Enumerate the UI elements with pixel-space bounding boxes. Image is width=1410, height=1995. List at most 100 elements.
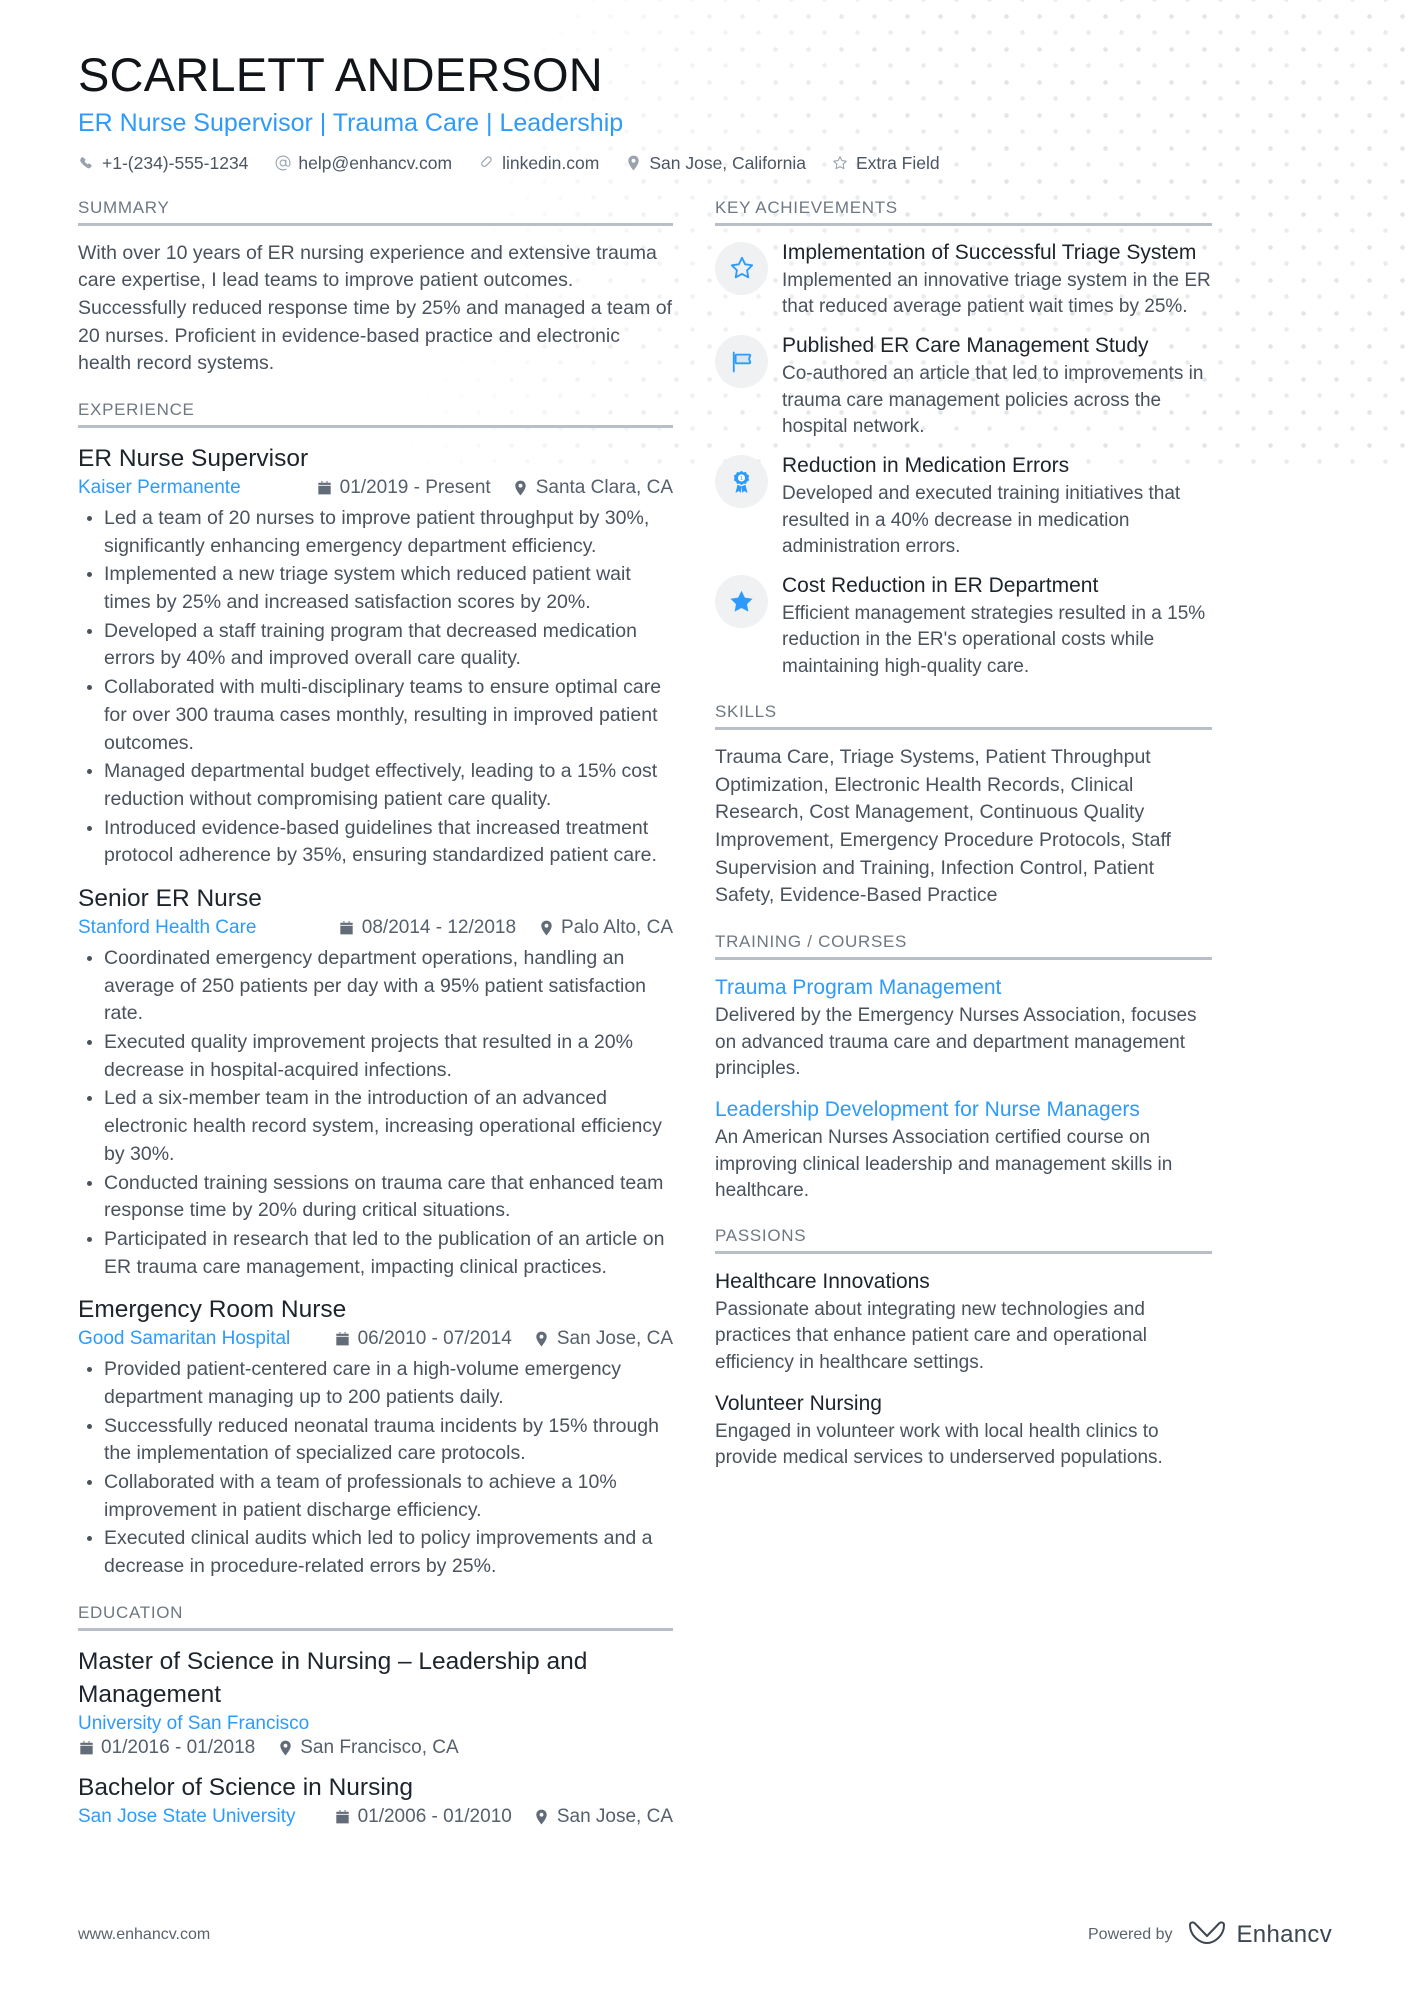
calendar-icon [78,1739,94,1756]
location-icon [534,1331,550,1348]
job-title: Emergency Room Nurse [78,1296,347,1324]
contact-text: Extra Field [855,153,940,174]
education-location: San Jose, CA [534,1806,673,1828]
education-meta: San Jose State University 01/2006 - 01/20… [78,1806,673,1828]
contact-text: linkedin.com [502,153,600,174]
section-divider [78,424,673,428]
education-location-text: San Jose, CA [556,1806,673,1828]
job-location-text: Palo Alto, CA [561,917,673,939]
achievement-item: 1 Reduction in Medication Errors Developed… [715,453,1212,560]
achievement-description: Co-authored an article that led to impro… [782,363,1204,437]
contact-item[interactable]: Extra Field [832,151,940,176]
star-filled-icon [715,575,768,629]
at-icon [274,155,291,172]
location-icon [534,1809,550,1826]
section-divider [715,957,1212,961]
training-item: Leadership Development for Nurse Manager… [715,1096,1212,1204]
job-bullet: Led a six-member team in the introductio… [78,1085,673,1168]
contact-row: +1-(234)-555-1234 help@enhancv.com linkedi… [78,151,1332,176]
job-bullet: Participated in research that led to the… [78,1226,673,1281]
contact-text: help@enhancv.com [298,153,453,174]
education-entry: Bachelor of Science in Nursing San Jose S… [78,1771,673,1828]
skills-section: SKILLS Trauma Care, Triage Systems, Pati… [715,702,1212,910]
school-name[interactable]: University of San Francisco [78,1713,309,1735]
company-name[interactable]: Kaiser Permanente [78,477,241,499]
job-location: San Jose, CA [534,1328,673,1350]
experience-entry: Senior ER Nurse Stanford Health Care 08/20… [78,882,673,1281]
achievement-title: Reduction in Medication Errors [782,454,1070,478]
passion-title: Volunteer Nursing [715,1391,882,1415]
page-footer: www.enhancv.com Powered by Enhancv [0,1875,1410,1995]
job-bullet: Implemented a new triage system which re… [78,561,673,616]
enhancv-wordmark: Enhancv [1236,1921,1332,1948]
contact-item[interactable]: linkedin.com [478,151,599,176]
job-bullet: Developed a staff training program that … [78,618,673,673]
achievement-title: Implementation of Successful Triage Syst… [782,240,1197,264]
location-icon [513,480,529,497]
job-bullet: Successfully reduced neonatal trauma inc… [78,1413,673,1468]
training-title[interactable]: Leadership Development for Nurse Manager… [715,1096,1212,1123]
achievement-body: Published ER Care Management Study Co-aut… [768,333,1212,440]
svg-text:1: 1 [740,476,743,482]
enhancv-logo: Enhancv [1187,1920,1333,1951]
degree-title: Bachelor of Science in Nursing [78,1773,414,1801]
section-divider [715,726,1212,730]
footer-website-link[interactable]: www.enhancv.com [78,1926,210,1944]
section-divider [78,1627,673,1631]
training-description: An American Nurses Association certified… [715,1127,1173,1201]
powered-by-label: Powered by [1088,1926,1173,1943]
location-icon [277,1739,293,1756]
achievement-description: Implemented an innovative triage system … [782,269,1211,317]
education-entry: Master of Science in Nursing – Leadershi… [78,1645,673,1759]
job-dates: 01/2019 - Present [317,477,491,499]
star-icon [832,155,849,172]
flag-icon [715,335,768,389]
experience-entry: Emergency Room Nurse Good Samaritan Hospi… [78,1293,673,1581]
job-meta: Kaiser Permanente 01/2019 - Present Santa … [78,477,673,499]
job-dates-text: 01/2019 - Present [339,477,491,499]
calendar-icon [335,1331,351,1348]
contact-item[interactable]: help@enhancv.com [274,151,452,176]
award-icon: 1 [715,455,768,509]
achievement-body: Reduction in Medication Errors Developed … [768,453,1212,560]
passions-section: PASSIONS Healthcare Innovations Passionat… [715,1226,1212,1472]
job-bullet: Executed quality improvement projects th… [78,1029,673,1084]
contact-item[interactable]: +1-(234)-555-1234 [78,151,248,176]
achievement-body: Cost Reduction in ER Department Efficient… [768,573,1212,680]
passions-list: Healthcare Innovations Passionate about i… [715,1268,1212,1472]
job-bullet: Managed departmental budget effectively,… [78,758,673,813]
star-outline-icon [715,241,768,295]
contact-text: San Jose, California [649,153,806,174]
job-dates: 08/2014 - 12/2018 [339,917,516,939]
experience-heading: EXPERIENCE [78,399,195,419]
contact-text: +1-(234)-555-1234 [102,153,249,174]
two-column-body: SUMMARY With over 10 years of ER nursing… [78,198,1332,1851]
summary-heading: SUMMARY [78,197,170,217]
resume-header: SCARLETT ANDERSON ER Nurse Supervisor | … [78,0,1332,176]
passion-description: Engaged in volunteer work with local hea… [715,1421,1163,1469]
school-name[interactable]: San Jose State University [78,1806,296,1828]
job-bullet-list: Provided patient-centered care in a high… [78,1356,673,1581]
job-bullet: Collaborated with a team of professional… [78,1469,673,1524]
education-location-text: San Francisco, CA [300,1736,459,1758]
experience-list: ER Nurse Supervisor Kaiser Permanente 01/2… [78,442,673,1581]
company-name[interactable]: Good Samaritan Hospital [78,1328,290,1350]
education-location: San Francisco, CA [277,1736,459,1759]
training-section: TRAINING / COURSES Trauma Program Manage… [715,932,1212,1204]
job-dates: 06/2010 - 07/2014 [335,1328,512,1350]
resume-page: SCARLETT ANDERSON ER Nurse Supervisor | … [0,0,1410,1995]
location-icon [625,155,642,172]
education-dates: 01/2016 - 01/2018 [78,1737,255,1759]
education-dates: 01/2006 - 01/2010 [335,1806,512,1828]
education-list: Master of Science in Nursing – Leadershi… [78,1645,673,1828]
passion-description: Passionate about integrating new technol… [715,1299,1148,1373]
calendar-icon [317,480,333,497]
job-title: ER Nurse Supervisor [78,444,309,472]
skills-text: Trauma Care, Triage Systems, Patient Thr… [715,745,1171,907]
job-bullet: Coordinated emergency department operati… [78,945,673,1028]
achievement-item: Implementation of Successful Triage Syst… [715,240,1212,321]
training-title[interactable]: Trauma Program Management [715,974,1212,1001]
company-name[interactable]: Stanford Health Care [78,917,257,939]
contact-item[interactable]: San Jose, California [625,151,806,176]
calendar-icon [339,920,355,937]
